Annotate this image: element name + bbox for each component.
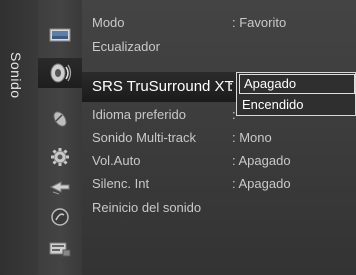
- menu-item-value: : Mono: [232, 130, 272, 145]
- tv-menu-screen: Sonido Modo: Favorito Ecualizador SRS T…: [0, 0, 356, 275]
- application-icon[interactable]: [38, 234, 82, 264]
- menu-item-value: :: [229, 78, 234, 95]
- section-label: Sonido: [8, 52, 24, 99]
- menu-item-label: Silenc. Int: [92, 176, 150, 191]
- srs-options-dropdown[interactable]: Apagado Encendido: [236, 72, 356, 116]
- category-icon-column: [38, 0, 82, 275]
- picture-icon[interactable]: [38, 20, 82, 50]
- menu-item-value: : Apagado: [232, 153, 291, 168]
- sound-icon[interactable]: [38, 58, 82, 88]
- menu-item-value: : Apagado: [232, 176, 291, 191]
- menu-item-label: Idioma preferido: [92, 107, 186, 122]
- menu-item-label: Modo: [92, 15, 125, 30]
- section-label-strip: Sonido: [0, 0, 38, 275]
- menu-item-label: Sonido Multi-track: [92, 130, 197, 145]
- menu-item-value: : Favorito: [232, 15, 287, 30]
- menu-item-label: Reinicio del sonido: [92, 200, 202, 215]
- menu-item-label: Ecualizador: [92, 39, 160, 54]
- menu-item-label: Vol.Auto: [92, 153, 141, 168]
- support-icon[interactable]: [38, 202, 82, 232]
- input-icon[interactable]: [38, 172, 82, 202]
- dropdown-option-on[interactable]: Encendido: [237, 95, 355, 115]
- sound-menu: Modo : Favorito Ecualizador SRS TruSurro…: [82, 0, 356, 275]
- menu-item-label: SRS TruSurround XT: [92, 78, 234, 95]
- channel-icon[interactable]: [38, 104, 82, 134]
- dropdown-option-off[interactable]: Apagado: [239, 74, 355, 94]
- setup-icon[interactable]: [38, 142, 82, 172]
